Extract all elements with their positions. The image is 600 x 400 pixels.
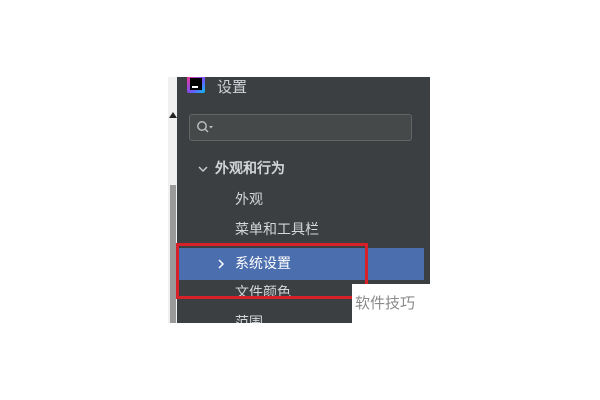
watermark-text: 软件技巧 xyxy=(355,294,416,312)
chevron-down-icon[interactable] xyxy=(197,163,209,175)
red-highlight-annotation xyxy=(176,243,368,299)
jetbrains-logo-icon xyxy=(187,77,205,93)
tree-item-appearance[interactable]: 外观 xyxy=(177,185,430,215)
tree-item-label: 菜单和工具栏 xyxy=(235,222,319,238)
tree-group-label: 外观和行为 xyxy=(215,161,285,177)
panel-title: 设置 xyxy=(217,78,248,96)
tree-group-appearance-behavior[interactable]: 外观和行为 xyxy=(177,154,430,184)
search-input[interactable] xyxy=(189,114,412,141)
tree-item-label: 外观 xyxy=(235,192,263,208)
search-icon xyxy=(197,121,213,133)
tree-item-label: 范围 xyxy=(235,315,263,323)
scroll-up-arrow-icon[interactable] xyxy=(169,112,177,118)
tree-item-menus-toolbars[interactable]: 菜单和工具栏 xyxy=(177,215,430,245)
